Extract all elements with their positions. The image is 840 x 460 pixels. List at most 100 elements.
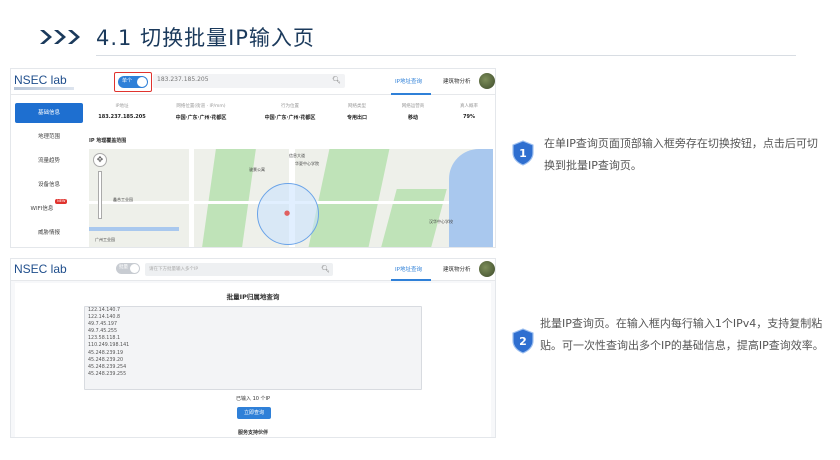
map-road <box>189 149 194 247</box>
ip-line: 110.249.198.141 <box>88 343 130 349</box>
sidebar-item-device[interactable]: 设备信息 <box>15 175 83 195</box>
query-button[interactable]: 立即查询 <box>237 407 271 419</box>
map-water <box>449 149 493 247</box>
single-ip-screenshot: NSEC lab 单个 183.237.185.205 🔍︎ IP地址查询 建筑… <box>10 68 496 248</box>
mode-toggle[interactable]: 批量 <box>116 263 140 274</box>
sidebar-item-basic[interactable]: 基础信息 <box>15 103 83 123</box>
sidebar-item-label: WIFI信息 <box>30 206 54 212</box>
ip-line: 122.14.140.8 <box>88 315 121 321</box>
ip-line: 45.248.239.254 <box>88 364 127 370</box>
batch-ip-screenshot: NSEC lab 批量 请在下方批量输入多个IP 🔍︎ IP地址查询 建筑物分析… <box>10 258 496 438</box>
info-header: 网络运营商 <box>401 104 425 109</box>
search-value: 183.237.185.205 <box>157 76 209 83</box>
panel-title: 批量IP归属地查询 <box>226 293 280 301</box>
svg-text:2: 2 <box>519 335 527 348</box>
mode-toggle[interactable]: 单个 <box>118 76 148 88</box>
ip-line: 45.248.239.255 <box>88 371 127 377</box>
map-label: 骏景公寓 <box>249 167 265 172</box>
toggle-label: 单个 <box>122 78 133 84</box>
ip-line: 45.248.239.19 <box>88 350 124 356</box>
map-label: 鑫合工业园 <box>113 197 133 202</box>
toggle-knob <box>130 264 139 273</box>
sidebar-item-label: 流量趋势 <box>37 158 60 164</box>
info-header: 行为位置 <box>281 104 299 109</box>
info-col-netloc: 网络位置(街道 · IP/mm) 中国·广东·广州·花都区 <box>159 103 243 121</box>
footer-text: 服务支持伙伴 <box>237 430 268 436</box>
map-pin-icon: ● <box>284 209 291 217</box>
svg-text:1: 1 <box>519 147 527 160</box>
info-header: 网络类型 <box>348 104 366 109</box>
sidebar-item-label: 威胁情报 <box>37 230 60 236</box>
sidebar-item-label: 基础信息 <box>37 110 60 116</box>
ip-line: 49.7.45.255 <box>88 329 117 335</box>
info-header: 真人概率 <box>460 104 478 109</box>
tab-ip-query[interactable]: IP地址查询 <box>395 265 422 273</box>
map-green-area <box>202 149 256 247</box>
search-input[interactable]: 请在下方批量输入多个IP 🔍︎ <box>145 263 333 276</box>
toggle-label: 批量 <box>119 265 128 270</box>
tab-underline <box>391 93 431 95</box>
logo: NSEC lab <box>14 262 67 276</box>
sidebar-item-wifi[interactable]: WIFI信息 NEW <box>15 199 83 219</box>
sidebar-item-traffic[interactable]: 流量趋势 <box>15 151 83 171</box>
map-label: 广州工业园 <box>95 237 115 242</box>
sidebar-item-label: 设备信息 <box>37 182 60 188</box>
callout-text-1: 在单IP查询页面顶部输入框旁存在切换按钮，点击后可切换到批量IP查询页。 <box>544 137 818 172</box>
info-col-nettype: 网络类型 专用出口 <box>337 103 377 121</box>
tab-building-analysis[interactable]: 建筑物分析 <box>443 265 471 273</box>
sidebar-item-label: 地理范围 <box>37 134 60 140</box>
map-title: IP 地理覆盖范围 <box>89 138 127 144</box>
toggle-highlight: 单个 <box>114 72 152 92</box>
info-value: 中国·广东·广州·花都区 <box>175 115 227 121</box>
chevrons-icon <box>38 28 80 46</box>
info-header: IP地址 <box>115 104 129 109</box>
search-icon[interactable]: 🔍︎ <box>321 265 330 273</box>
avatar[interactable] <box>479 261 495 277</box>
map-label: 汉华中心学校 <box>429 219 453 224</box>
slide-title: 4.1 切换批量IP输入页 <box>96 26 315 50</box>
map-label: 信息大道 <box>289 153 305 158</box>
ip-line: 49.7.45.197 <box>88 322 117 328</box>
tab-ip-query[interactable]: IP地址查询 <box>395 77 422 85</box>
info-value: 移动 <box>407 115 418 121</box>
ip-count: 已输入 10 个IP <box>235 396 271 402</box>
callout-text-2: 批量IP查询页。在输入框内每行输入1个IPv4，支持复制粘贴。可一次性查询出多个… <box>540 317 824 352</box>
info-value: 专用出口 <box>346 115 367 121</box>
batch-panel: 批量IP归属地查询 122.14.140.7 122.14.140.8 49.7… <box>15 283 491 437</box>
logo-subtitle <box>14 87 74 90</box>
title-divider <box>96 55 796 56</box>
info-value: 79% <box>463 114 475 120</box>
zoom-control[interactable]: ✥ <box>93 153 107 223</box>
zoom-slider[interactable] <box>98 171 102 219</box>
shield-number-2-icon: 2 <box>512 328 534 354</box>
ip-line: 45.248.239.20 <box>88 357 124 363</box>
map-label: 华夏中心学院 <box>295 161 319 166</box>
map-green-area <box>308 149 390 247</box>
shield-number-1-icon: 1 <box>512 140 534 166</box>
slide: 4.1 切换批量IP输入页 NSEC lab 单个 183.237.185.20… <box>0 0 840 460</box>
ip-textarea[interactable]: 122.14.140.7 122.14.140.8 49.7.45.197 49… <box>84 306 422 390</box>
info-col-behavior: 行为位置中国·广东·广州·花都区 <box>253 103 327 121</box>
map-water <box>89 227 179 231</box>
ip-line: 122.14.140.7 <box>88 308 121 313</box>
tab-underline <box>391 279 431 281</box>
info-header: 网络位置(街道 · IP/mm) <box>176 104 226 109</box>
new-badge: NEW <box>55 199 68 204</box>
avatar[interactable] <box>479 73 495 89</box>
search-input[interactable]: 183.237.185.205 🔍︎ <box>153 74 345 88</box>
pan-icon[interactable]: ✥ <box>93 153 107 167</box>
sidebar-item-threat[interactable]: 威胁情报 <box>15 223 83 243</box>
tab-building-analysis[interactable]: 建筑物分析 <box>443 77 471 85</box>
logo: NSEC lab <box>14 73 67 87</box>
map-green-area <box>381 189 447 247</box>
top-bar: NSEC lab 单个 183.237.185.205 🔍︎ IP地址查询 建筑… <box>11 69 495 95</box>
toggle-knob <box>137 77 147 87</box>
search-icon[interactable]: 🔍︎ <box>332 76 341 84</box>
info-value: 中国·广东·广州·花都区 <box>264 115 316 121</box>
sidebar-item-geo[interactable]: 地理范围 <box>15 127 83 147</box>
ip-line: 123.58.118.1 <box>88 336 121 342</box>
map[interactable]: ✥ ● 信息大道 华夏中心学院 骏景公寓 鑫合工业园 广州工业园 汉华中心学校 <box>89 149 493 247</box>
info-col-human: 真人概率 79% <box>449 103 489 120</box>
info-col-isp: 网络运营商 移动 <box>389 103 437 121</box>
info-col-ip: IP地址 183.237.185.205 <box>93 103 151 120</box>
